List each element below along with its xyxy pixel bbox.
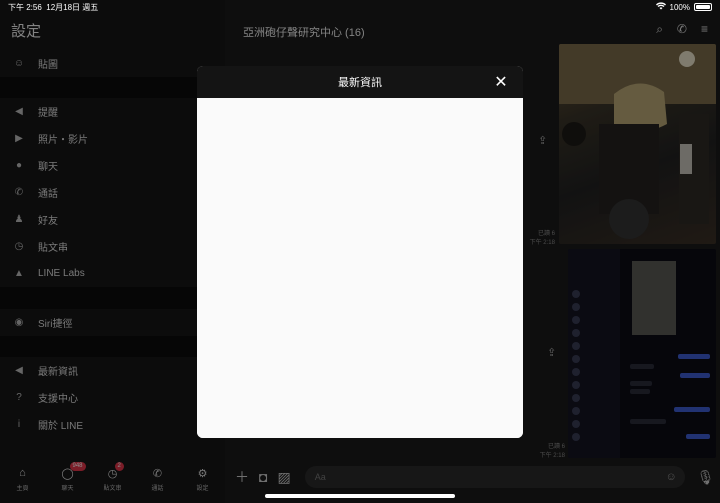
status-bar: 下午 2:56 12月18日 週五 100% bbox=[0, 0, 720, 14]
wifi-icon bbox=[655, 2, 666, 12]
status-date: 12月18日 週五 bbox=[46, 2, 99, 12]
battery-icon bbox=[694, 3, 712, 11]
status-time: 下午 2:56 bbox=[8, 2, 42, 12]
dialog-title: 最新資訊 bbox=[338, 77, 382, 89]
close-icon[interactable]: ✕ bbox=[491, 72, 511, 92]
news-dialog: 最新資訊 ✕ bbox=[197, 66, 523, 438]
battery-percent: 100% bbox=[669, 2, 690, 12]
dialog-header: 最新資訊 ✕ bbox=[197, 66, 523, 98]
home-indicator[interactable] bbox=[265, 494, 455, 498]
dialog-content bbox=[197, 98, 523, 438]
